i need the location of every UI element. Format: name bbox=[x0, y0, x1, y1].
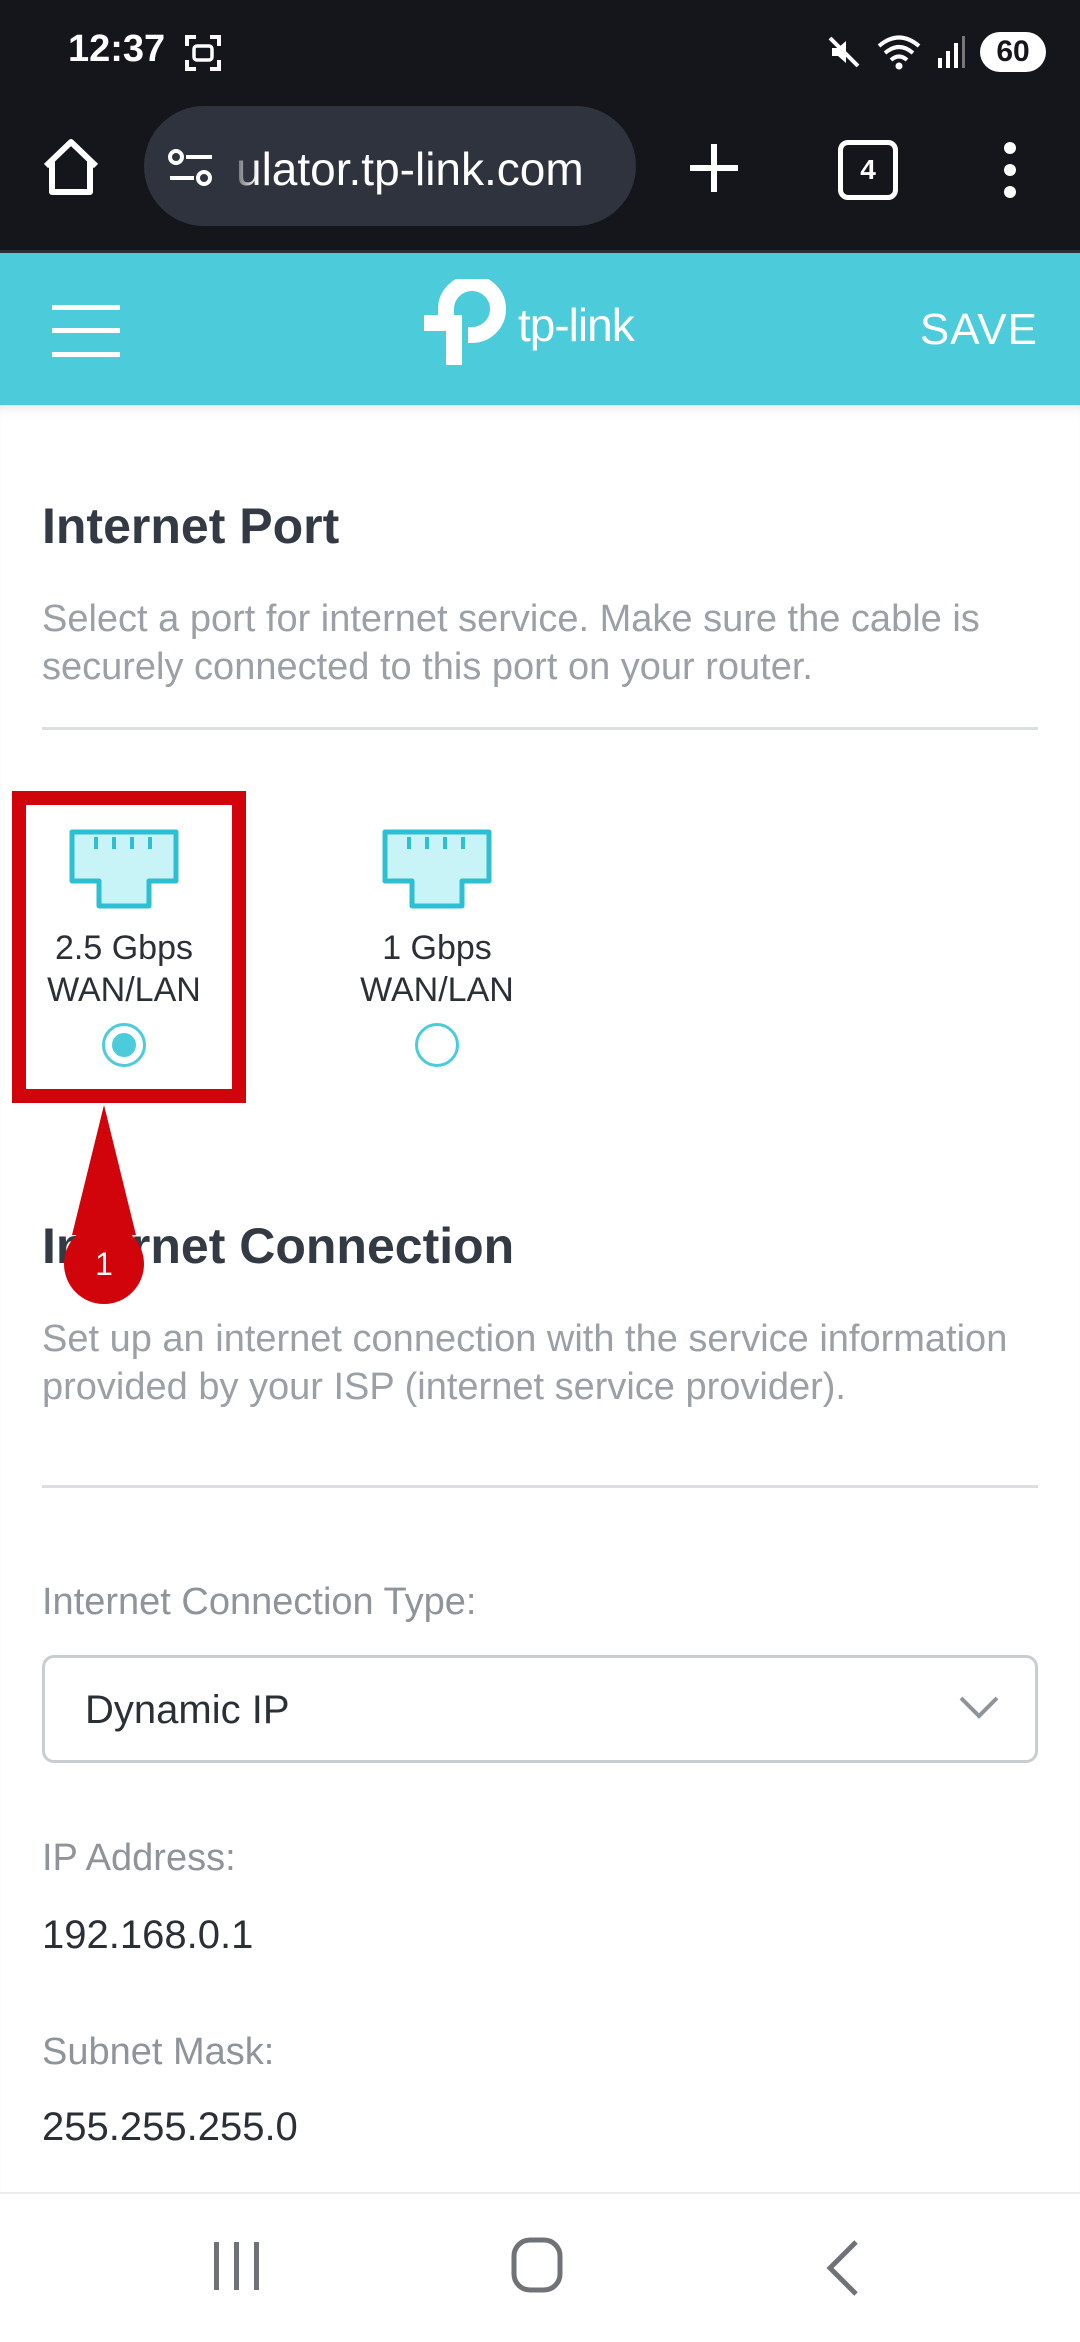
internet-port-title: Internet Port bbox=[42, 498, 340, 554]
annotation-step-number: 1 bbox=[95, 1246, 113, 1282]
home-icon[interactable] bbox=[38, 134, 104, 200]
port-radio[interactable] bbox=[415, 1023, 459, 1067]
plus-icon[interactable] bbox=[684, 138, 744, 198]
ethernet-port-icon bbox=[382, 829, 492, 909]
internet-port-description: Select a port for internet service. Make… bbox=[42, 598, 980, 688]
back-icon[interactable] bbox=[822, 2238, 862, 2298]
status-icons: 60 bbox=[826, 28, 1046, 76]
ip-address-label: IP Address: bbox=[42, 1837, 236, 1879]
port-speed: 1 Gbps bbox=[382, 929, 492, 967]
tp-link-logo-icon bbox=[424, 279, 506, 365]
home-nav-icon[interactable] bbox=[510, 2236, 564, 2294]
recent-apps-icon[interactable] bbox=[210, 2238, 264, 2294]
port-option-1g[interactable]: 1 Gbps WAN/LAN bbox=[337, 829, 537, 1067]
ip-address-value: 192.168.0.1 bbox=[42, 1913, 254, 1957]
battery-level: 60 bbox=[996, 35, 1030, 68]
port-type: WAN/LAN bbox=[360, 971, 514, 1009]
brand-logo: tp-link bbox=[420, 275, 670, 375]
divider bbox=[42, 727, 1038, 730]
url-text[interactable]: ulator.tp-link.com bbox=[236, 142, 584, 196]
subnet-mask-label: Subnet Mask: bbox=[42, 2031, 275, 2073]
address-bar[interactable]: ulator.tp-link.com bbox=[144, 106, 636, 226]
site-settings-icon[interactable] bbox=[166, 148, 216, 188]
connection-type-select[interactable]: Dynamic IP bbox=[42, 1655, 1038, 1763]
battery-icon: 60 bbox=[980, 32, 1046, 72]
screenshot-icon bbox=[185, 35, 221, 71]
annotation-step-badge: 1 bbox=[64, 1224, 144, 1304]
more-vertical-icon[interactable] bbox=[990, 140, 1030, 200]
tab-count: 4 bbox=[860, 154, 876, 185]
internet-connection-description: Set up an internet connection with the s… bbox=[42, 1318, 1008, 1408]
connection-type-label: Internet Connection Type: bbox=[42, 1581, 477, 1623]
app-header: tp-link SAVE bbox=[0, 253, 1080, 405]
status-bar: 12:37 60 bbox=[0, 0, 1080, 104]
brand-name: tp-link bbox=[518, 299, 635, 351]
mute-icon bbox=[828, 36, 860, 68]
wifi-icon bbox=[877, 35, 921, 70]
url-fade bbox=[228, 106, 258, 226]
save-button[interactable]: SAVE bbox=[920, 305, 1038, 355]
subnet-mask-value: 255.255.255.0 bbox=[42, 2105, 298, 2149]
menu-icon[interactable] bbox=[52, 303, 120, 359]
browser-toolbar: ulator.tp-link.com 4 bbox=[0, 104, 1080, 253]
system-nav-bar bbox=[0, 2192, 1080, 2342]
chevron-down-icon bbox=[959, 1696, 999, 1719]
main-content: Internet Port Select a port for internet… bbox=[0, 405, 1080, 2192]
tab-switcher-button[interactable]: 4 bbox=[838, 140, 898, 200]
divider bbox=[42, 1485, 1038, 1488]
status-time: 12:37 bbox=[68, 28, 166, 70]
annotation-highlight-box bbox=[12, 791, 246, 1103]
connection-type-value: Dynamic IP bbox=[85, 1688, 290, 1732]
signal-icon bbox=[938, 36, 965, 68]
